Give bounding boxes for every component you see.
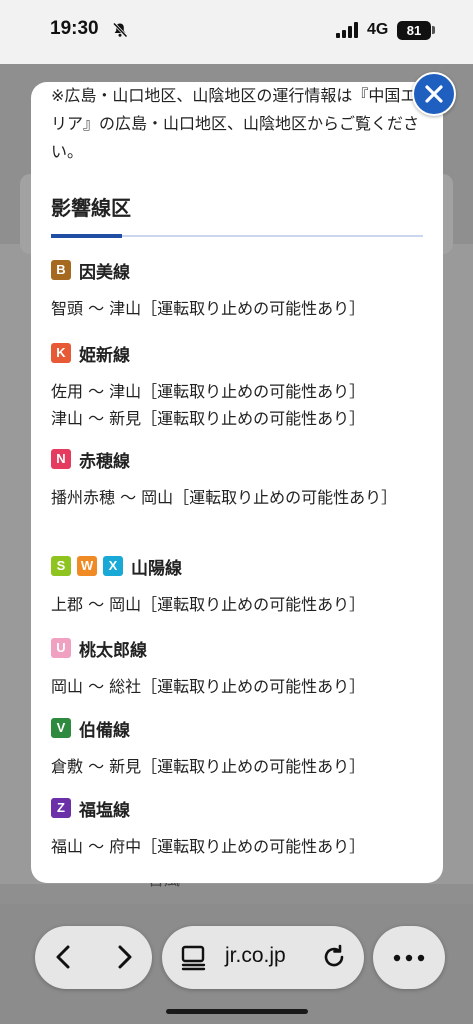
signal-icon bbox=[336, 22, 358, 38]
forward-icon[interactable] bbox=[109, 942, 139, 972]
line-name: 姫新線 bbox=[79, 345, 130, 366]
line-name: 赤穂線 bbox=[79, 451, 130, 472]
line-name: 福塩線 bbox=[79, 800, 130, 821]
line-sections: 岡山 〜 総社［運転取り止めの可能性あり］ bbox=[51, 673, 423, 700]
section-divider-accent bbox=[51, 234, 122, 238]
home-indicator bbox=[166, 1009, 308, 1014]
bell-slash-icon bbox=[112, 22, 128, 38]
reload-icon[interactable] bbox=[320, 943, 348, 971]
line-header: S W X 山陽線 bbox=[51, 555, 423, 579]
line-symbol-badge: Z bbox=[51, 798, 71, 818]
battery-tip bbox=[432, 26, 435, 34]
line-header: K 姫新線 bbox=[51, 342, 423, 366]
line-sections: 智頭 〜 津山［運転取り止めの可能性あり］ bbox=[51, 295, 423, 322]
affected-line-item: K 姫新線佐用 〜 津山［運転取り止めの可能性あり］ 津山 〜 新見［運転取り止めの… bbox=[51, 342, 423, 432]
reader-icon[interactable] bbox=[180, 944, 208, 972]
close-icon bbox=[425, 85, 443, 103]
line-symbol-badge: U bbox=[51, 638, 71, 658]
line-symbol-badge: N bbox=[51, 449, 71, 469]
affected-line-item: S W X 山陽線上郡 〜 岡山［運転取り止めの可能性あり］ bbox=[51, 555, 423, 618]
line-name: 桃太郎線 bbox=[79, 640, 147, 661]
intro-text: ※広島・山口地区、山陰地区の運行情報は『中国エリア』の広島・山口地区、山陰地区か… bbox=[51, 86, 420, 161]
line-sections: 福山 〜 府中［運転取り止めの可能性あり］ bbox=[51, 833, 423, 860]
service-info-modal: ※広島・山口地区、山陰地区の運行情報は『中国エリア』の広島・山口地区、山陰地区か… bbox=[31, 82, 443, 883]
line-name: 伯備線 bbox=[79, 720, 130, 741]
affected-line-item: V 伯備線倉敷 〜 新見［運転取り止めの可能性あり］ bbox=[51, 717, 423, 780]
line-sections: 佐用 〜 津山［運転取り止めの可能性あり］ 津山 〜 新見［運転取り止めの可能性あ… bbox=[51, 378, 423, 432]
close-button[interactable] bbox=[412, 72, 456, 116]
line-symbol-badge: S bbox=[51, 556, 71, 576]
line-section-status: 佐用 〜 津山［運転取り止めの可能性あり］ bbox=[51, 382, 366, 401]
line-sections: 倉敷 〜 新見［運転取り止めの可能性あり］ bbox=[51, 753, 423, 780]
line-symbol-badge: X bbox=[103, 556, 123, 576]
url-text[interactable]: jr.co.jp bbox=[225, 944, 286, 968]
line-symbol-badge: V bbox=[51, 718, 71, 738]
line-symbol-badge: K bbox=[51, 343, 71, 363]
line-section-status: 津山 〜 新見［運転取り止めの可能性あり］ bbox=[51, 409, 366, 428]
back-icon[interactable] bbox=[49, 942, 79, 972]
line-header: B 因美線 bbox=[51, 259, 423, 283]
line-section-status: 岡山 〜 総社［運転取り止めの可能性あり］ bbox=[51, 677, 366, 696]
more-icon bbox=[393, 954, 425, 962]
line-name: 因美線 bbox=[79, 262, 130, 283]
more-button[interactable] bbox=[373, 926, 445, 989]
line-symbol-badge: B bbox=[51, 260, 71, 280]
affected-line-item: Z 福塩線福山 〜 府中［運転取り止めの可能性あり］ bbox=[51, 797, 423, 860]
network-type: 4G bbox=[367, 21, 389, 38]
line-sections: 上郡 〜 岡山［運転取り止めの可能性あり］ bbox=[51, 591, 423, 618]
section-title: 影響線区 bbox=[51, 196, 131, 220]
line-section-status: 智頭 〜 津山［運転取り止めの可能性あり］ bbox=[51, 299, 366, 318]
line-section-status: 上郡 〜 岡山［運転取り止めの可能性あり］ bbox=[51, 595, 366, 614]
line-sections: 播州赤穂 〜 岡山［運転取り止めの可能性あり］ bbox=[51, 484, 423, 511]
line-section-status: 播州赤穂 〜 岡山［運転取り止めの可能性あり］ bbox=[51, 488, 398, 507]
affected-line-item: N 赤穂線播州赤穂 〜 岡山［運転取り止めの可能性あり］ bbox=[51, 448, 423, 511]
line-section-status: 福山 〜 府中［運転取り止めの可能性あり］ bbox=[51, 837, 366, 856]
line-name: 山陽線 bbox=[131, 558, 182, 579]
battery-indicator: 81 bbox=[397, 21, 431, 40]
navigation-pill bbox=[35, 926, 152, 989]
line-header: U 桃太郎線 bbox=[51, 637, 423, 661]
line-header: Z 福塩線 bbox=[51, 797, 423, 821]
line-header: N 赤穂線 bbox=[51, 448, 423, 472]
line-header: V 伯備線 bbox=[51, 717, 423, 741]
line-section-status: 倉敷 〜 新見［運転取り止めの可能性あり］ bbox=[51, 757, 366, 776]
line-symbol-badge: W bbox=[77, 556, 97, 576]
affected-line-item: U 桃太郎線岡山 〜 総社［運転取り止めの可能性あり］ bbox=[51, 637, 423, 700]
affected-line-item: B 因美線智頭 〜 津山［運転取り止めの可能性あり］ bbox=[51, 259, 423, 322]
status-time: 19:30 bbox=[50, 18, 99, 39]
status-bar: 19:30 4G 81 bbox=[0, 0, 473, 64]
